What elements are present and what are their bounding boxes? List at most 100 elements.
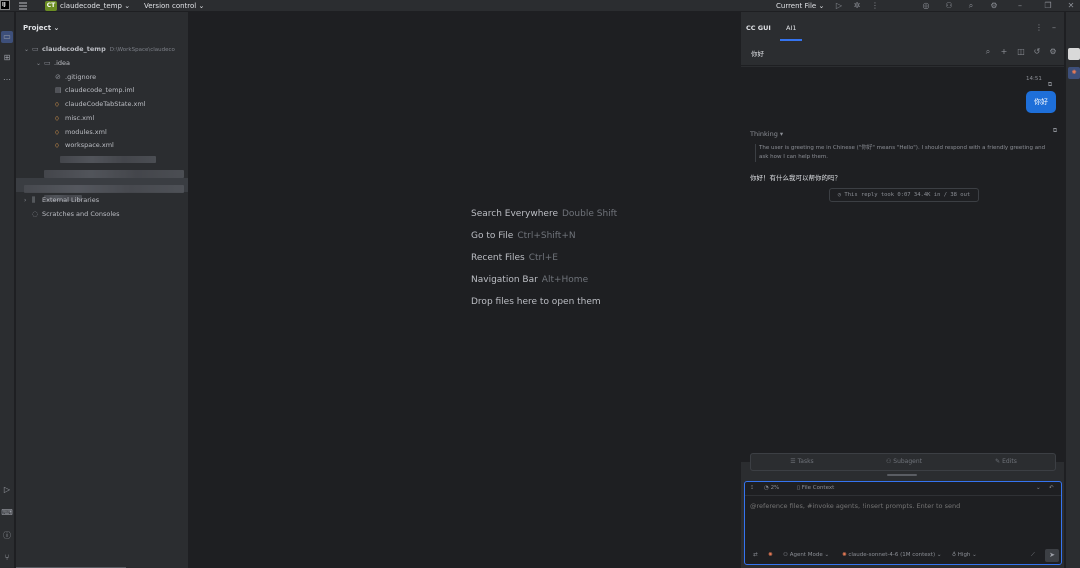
app-logo[interactable]: IJ [0,0,10,10]
history-icon[interactable]: ↺ [1032,47,1042,57]
tree-item[interactable]: ◌ Scratches and Consoles [24,208,120,221]
blurred-item [24,185,184,193]
folder-icon: ▭ [44,59,51,67]
tree-item-label: .gitignore [65,73,97,81]
more-options-icon[interactable]: ⋮ [1034,23,1044,33]
tree-item[interactable]: ⟨⟩ modules.xml [55,126,107,139]
action-tabs: ☰ Tasks ⚇ Subagent ✎ Edits [750,453,1056,471]
hide-panel-icon[interactable]: – [1049,23,1059,33]
tree-item[interactable]: ⌄ ▭ claudecode_temp D:\WorkSpace\claudeco [24,43,175,56]
hint-action[interactable]: Navigation Bar [471,275,538,285]
context-usage-value: 2% [770,485,780,491]
thinking-toggle[interactable]: Thinking ▾ [750,130,783,138]
tab-ai1[interactable]: AI1 [786,24,797,32]
subagent-tab[interactable]: ⚇ Subagent [853,454,955,470]
close-icon[interactable]: ✕ [1066,1,1076,11]
problems-icon[interactable]: ⓘ [1,530,13,542]
hint-action[interactable]: Search Everywhere [471,209,558,219]
structure-tool-icon[interactable]: ⊞ [1,52,13,64]
tree-item[interactable]: ⊘ .gitignore [55,71,96,84]
assistant-reply: 你好！有什么我可以帮你的吗？ [750,174,841,182]
chat-input-box: ⟟ ◔ 2% ▯ File Context ⌄ ↶ ⇄ ✺ ⚇ Agent Mo… [744,481,1062,565]
user-message-bubble: 你好 [1026,91,1056,113]
chevron-right-icon[interactable]: › [24,194,32,207]
scratch-icon: ◌ [32,210,39,218]
magic-icon[interactable]: ⟋ [1031,552,1035,559]
copy-icon[interactable]: ⧉ [1050,126,1060,136]
copy-icon[interactable]: ⧉ [1045,80,1055,90]
project-badge[interactable]: CT [45,1,57,11]
chevron-down-icon: ⌄ [818,2,825,10]
tree-item[interactable]: ⟨⟩ misc.xml [55,112,94,125]
hint-action[interactable]: Recent Files [471,253,525,263]
tab-cc-gui[interactable]: CC GUI [746,24,771,32]
split-view-icon[interactable]: ◫ [1016,47,1026,57]
run-icon[interactable]: ▷ [834,1,844,11]
subagent-icon: ⚇ [885,458,892,465]
tree-item[interactable]: ⟨⟩ claudeCodeTabState.xml [55,98,146,111]
tasks-icon: ☰ [790,458,796,465]
agent-mode-label: Agent Mode [789,552,823,558]
input-toolbar: ⟟ ◔ 2% ▯ File Context ⌄ ↶ [745,482,1061,496]
project-tool-icon[interactable]: ▭ [1,31,13,43]
undo-icon[interactable]: ↶ [1049,485,1054,491]
claude-tool-icon[interactable]: ✺ [1068,67,1080,79]
editor-hint: Drop files here to open them [471,297,601,307]
search-icon[interactable]: ⌕ [983,47,993,57]
editor-area: Search Everywhere Double Shift Go to File C… [190,12,740,568]
reply-stats-text: This reply took 0:07 34.4K in / 38 out [844,192,971,198]
attach-icon[interactable]: ⟟ [751,485,753,492]
tree-item[interactable]: ⌄ ▭ .idea [36,57,70,70]
notifications-icon[interactable] [1068,48,1080,60]
add-user-icon[interactable]: ⚇ [944,1,954,11]
project-selector[interactable]: claudecode_temp ⌄ [60,1,130,11]
claude-icon[interactable]: ✺ [768,552,773,558]
tasks-tab[interactable]: ☰ Tasks [751,454,853,470]
resize-handle[interactable] [887,474,917,476]
search-icon[interactable]: ⌕ [966,1,976,11]
git-icon[interactable]: ⑂ [1,552,13,564]
chevron-down-icon[interactable]: ⌄ [1036,485,1041,491]
editor-hint: Go to File Ctrl+Shift+N [471,231,576,241]
tree-item-path: D:\WorkSpace\claudeco [109,47,175,53]
tree-item[interactable]: › ⫼ External Libraries [24,194,99,207]
run-config-selector[interactable]: Current File ⌄ [776,1,824,11]
chevron-down-icon[interactable]: ⌄ [24,43,32,56]
editor-hint: Search Everywhere Double Shift [471,209,617,219]
swap-icon[interactable]: ⇄ [753,552,758,558]
hint-action[interactable]: Drop files here to open them [471,297,601,307]
send-button[interactable]: ➤ [1045,549,1059,562]
tree-item[interactable]: ▤ claudecode_temp.iml [55,84,135,97]
ai-assistant-icon[interactable]: ◎ [921,1,931,11]
gear-icon[interactable]: ⚙ [1048,47,1058,57]
vcs-selector[interactable]: Version control ⌄ [144,1,204,11]
tree-item-label: claudeCodeTabState.xml [65,100,146,108]
agent-mode-selector[interactable]: ⚇ Agent Mode ⌄ [783,552,829,558]
edits-tab[interactable]: ✎ Edits [955,454,1057,470]
gear-icon[interactable]: ⚙ [989,1,999,11]
more-tools-icon[interactable]: … [1,72,13,84]
chat-messages [741,67,1065,462]
new-chat-icon[interactable]: + [999,47,1009,57]
project-panel-title[interactable]: Project ⌄ [23,24,59,32]
chevron-down-icon[interactable]: ⌄ [36,57,44,70]
app-logo-text: IJ [2,2,6,8]
file-context-toggle[interactable]: ▯ File Context [797,485,834,491]
bulb-icon: ♁ [952,552,957,558]
minimize-icon[interactable]: – [1015,1,1025,11]
terminal-icon[interactable]: ⌨ [1,507,13,519]
model-selector[interactable]: ✺ claude-sonnet-4-6 (1M context) ⌄ [842,552,941,558]
pencil-icon: ✎ [995,458,1001,465]
chat-input[interactable] [750,502,1050,510]
run-tool-icon[interactable]: ▷ [1,484,13,496]
tree-item[interactable]: ⟨⟩ workspace.xml [55,139,114,152]
restore-icon[interactable]: ❐ [1043,1,1053,11]
debug-icon[interactable]: ✲ [852,1,862,11]
more-icon[interactable]: ⋮ [870,1,880,11]
tree-item-label: misc.xml [65,114,95,122]
file-icon: ▯ [797,485,801,491]
edits-tab-label: Edits [1002,458,1017,465]
main-menu-icon[interactable] [18,1,28,11]
effort-selector[interactable]: ♁ High ⌄ [952,552,977,558]
hint-action[interactable]: Go to File [471,231,513,241]
